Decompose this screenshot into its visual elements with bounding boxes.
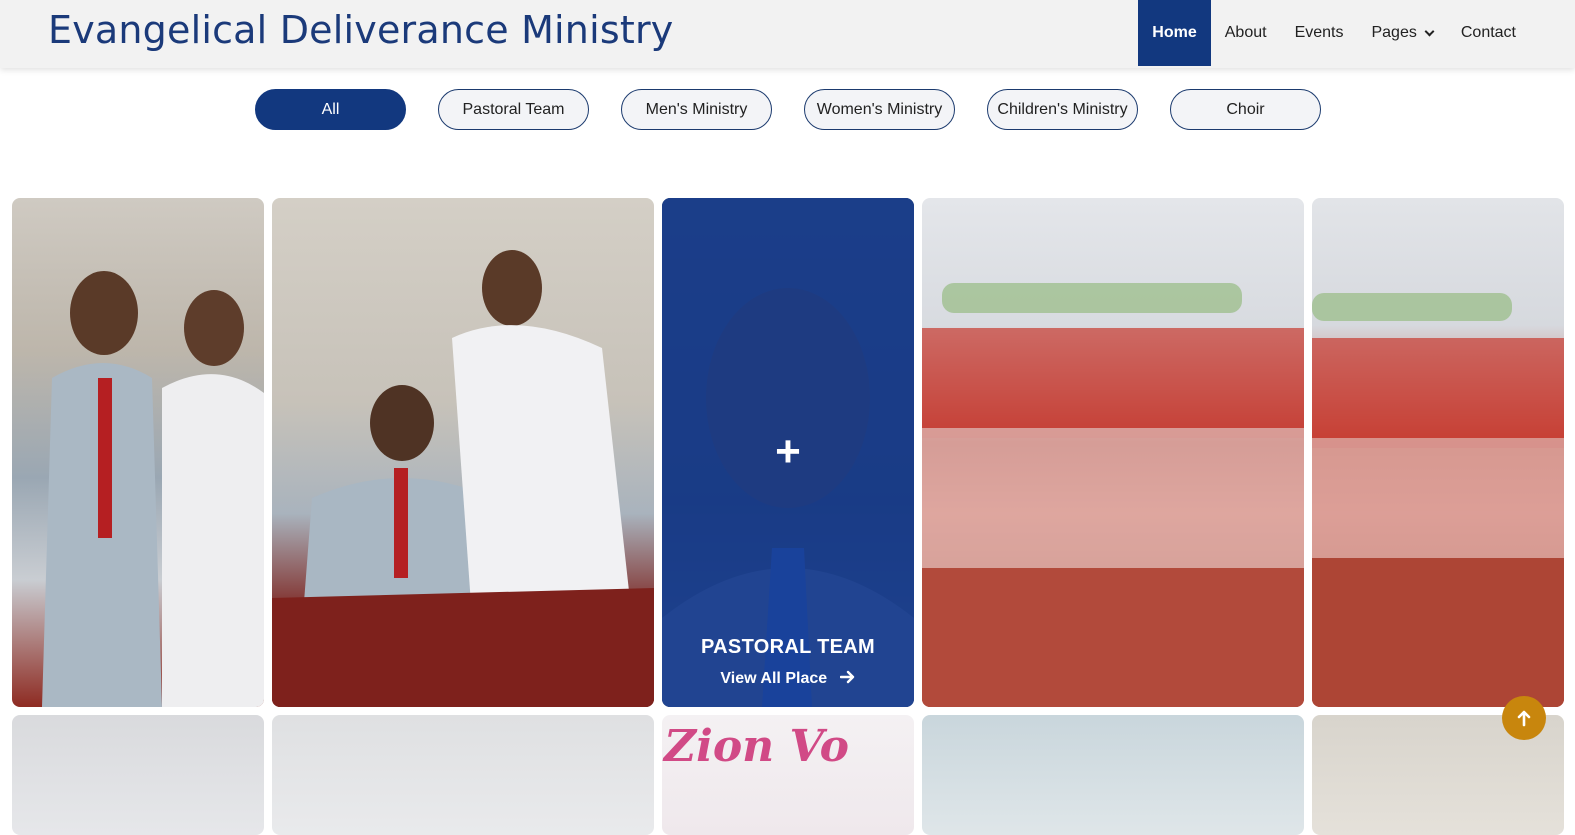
nav-about[interactable]: About: [1211, 0, 1281, 66]
filter-choir[interactable]: Choir: [1170, 89, 1321, 130]
gallery-item[interactable]: [1312, 198, 1564, 707]
gallery-photo: Zion Vo: [662, 715, 914, 835]
nav-events[interactable]: Events: [1281, 0, 1358, 66]
back-to-top-button[interactable]: [1502, 696, 1546, 740]
gallery-photo: [922, 715, 1304, 835]
filter-pastoral-team[interactable]: Pastoral Team: [438, 89, 589, 130]
gallery-item[interactable]: [922, 715, 1304, 835]
chevron-down-icon: [1424, 26, 1435, 36]
site-header: Evangelical Deliverance Ministry Home Ab…: [0, 0, 1575, 68]
gallery-item[interactable]: [272, 715, 654, 835]
main-nav: Home About Events Pages Contact: [1138, 0, 1530, 66]
gallery-item[interactable]: [922, 198, 1304, 707]
photo-sign-text: Zion Vo: [664, 721, 849, 772]
featured-view-all-link[interactable]: View All Place: [662, 670, 914, 688]
nav-pages-label: Pages: [1371, 24, 1417, 41]
gallery-photo: [272, 198, 654, 707]
gallery-item[interactable]: [12, 715, 264, 835]
filter-womens-ministry[interactable]: Women's Ministry: [804, 89, 955, 130]
filter-mens-ministry[interactable]: Men's Ministry: [621, 89, 772, 130]
gallery-photo: [1312, 198, 1564, 707]
photo-womens-group-alt: [1312, 293, 1564, 707]
site-brand[interactable]: Evangelical Deliverance Ministry: [48, 8, 673, 52]
plus-icon[interactable]: +: [662, 430, 914, 474]
arrow-up-icon: [1517, 710, 1531, 727]
gallery-item[interactable]: [272, 198, 654, 707]
gallery-item[interactable]: Zion Vo: [662, 715, 914, 835]
featured-link-label: View All Place: [720, 670, 828, 687]
featured-title: PASTORAL TEAM: [701, 636, 875, 658]
gallery-item[interactable]: [12, 198, 264, 707]
filter-all[interactable]: All: [255, 89, 406, 130]
filter-childrens-ministry[interactable]: Children's Ministry: [987, 89, 1138, 130]
gallery-photo: [922, 198, 1304, 707]
gallery-photo: [12, 715, 264, 835]
arrow-right-icon: [839, 670, 854, 684]
gallery-photo: [272, 715, 654, 835]
photo-womens-group: [922, 283, 1304, 707]
nav-pages[interactable]: Pages: [1357, 0, 1446, 66]
nav-home[interactable]: Home: [1138, 0, 1211, 66]
gallery-photo: [12, 198, 264, 707]
gallery-filters: All Pastoral Team Men's Ministry Women's…: [255, 89, 1321, 130]
nav-contact[interactable]: Contact: [1447, 0, 1530, 66]
photo-couple-standing: [42, 271, 264, 707]
gallery-featured-pastoral-team[interactable]: + PASTORAL TEAM View All Place: [662, 198, 914, 707]
photo-couple-seated: [272, 250, 654, 707]
